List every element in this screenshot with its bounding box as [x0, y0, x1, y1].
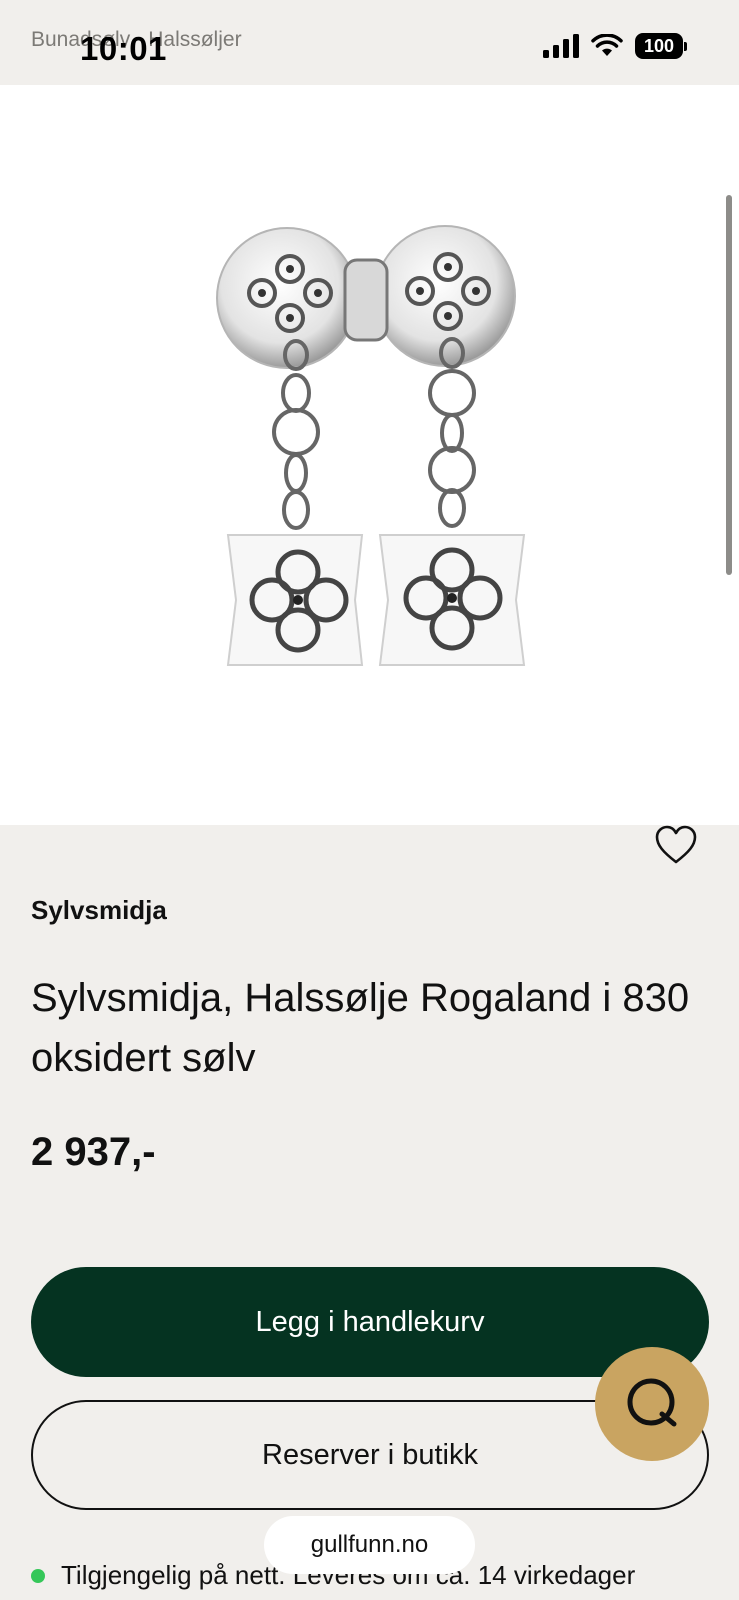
product-image-area[interactable] — [0, 85, 739, 864]
reserve-label: Reserver i butikk — [262, 1438, 478, 1471]
chat-icon — [627, 1378, 677, 1427]
status-icons: 100 — [543, 33, 687, 59]
availability-dot-icon — [31, 1568, 45, 1583]
add-to-cart-button[interactable]: Legg i handlekurv — [31, 1267, 709, 1377]
battery-icon: 100 — [635, 33, 687, 59]
status-time: 10:01 — [80, 30, 167, 67]
battery-level: 100 — [635, 33, 683, 59]
add-to-cart-label: Legg i handlekurv — [255, 1305, 485, 1338]
browser-url-pill[interactable]: gullfunn.no — [264, 1516, 475, 1574]
url-text: gullfunn.no — [310, 1531, 429, 1558]
product-image[interactable] — [0, 85, 739, 825]
product-brand[interactable]: Sylvsmidja — [31, 895, 167, 926]
scrollbar[interactable] — [726, 195, 732, 575]
status-bar: Bunadsølv Halssøljer 10:01 100 — [0, 0, 739, 85]
product-title: Sylvsmidja, Halssølje Rogaland i 830 oks… — [31, 976, 690, 1080]
signal-icon — [543, 34, 579, 58]
product-price: 2 937,- — [31, 1130, 156, 1174]
favorite-heart-icon[interactable] — [655, 825, 697, 865]
wifi-icon — [591, 34, 623, 56]
chat-button[interactable] — [595, 1347, 709, 1461]
